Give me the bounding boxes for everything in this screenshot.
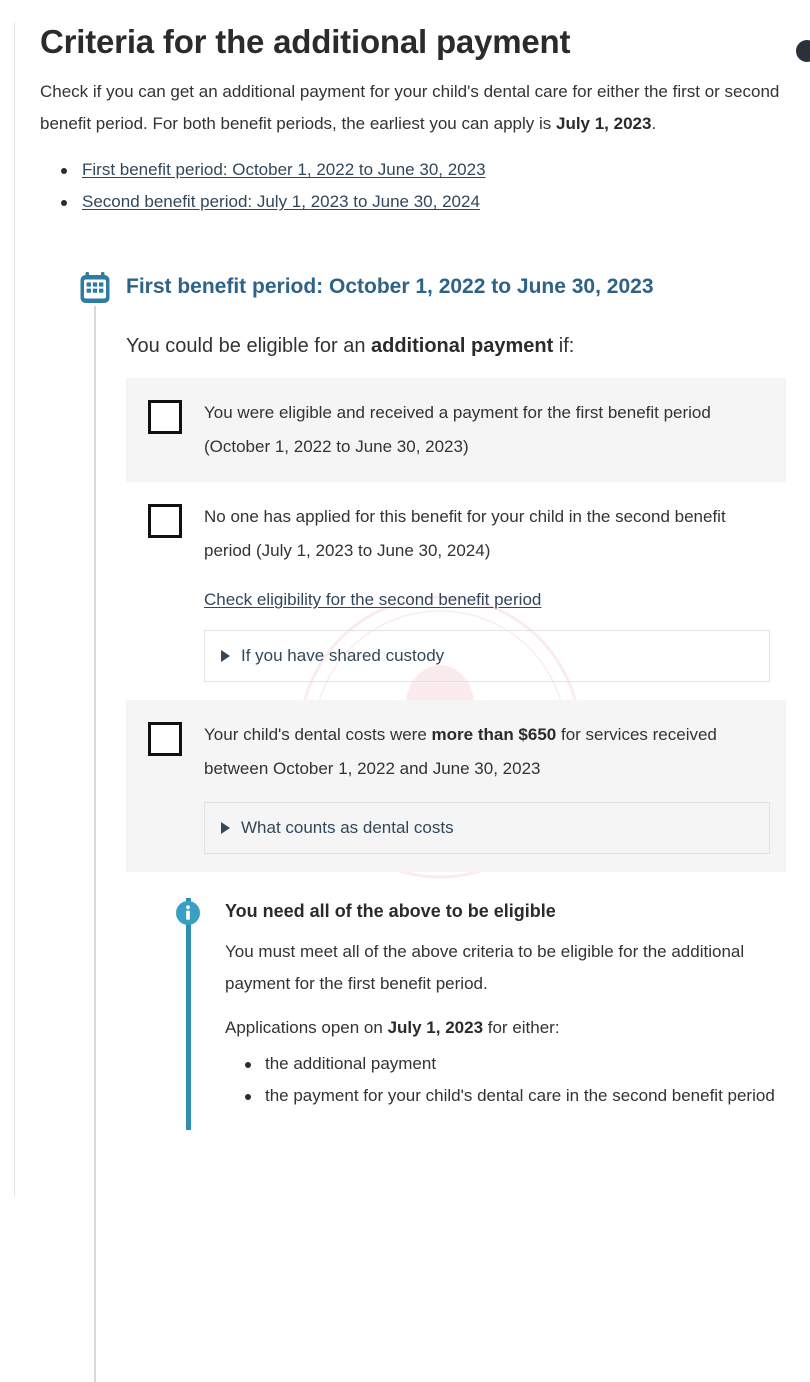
- details-summary: If you have shared custody: [221, 644, 753, 668]
- criteria-content: Your child's dental costs were more than…: [204, 718, 770, 854]
- list-item: the payment for your child's dental care…: [245, 1080, 786, 1112]
- callout-p2-part2: for either:: [483, 1018, 560, 1037]
- period-body: You could be eligible for an additional …: [88, 332, 786, 1130]
- criteria-checkbox-1[interactable]: [148, 400, 182, 434]
- chevron-right-icon: [221, 650, 230, 662]
- criteria-checkbox-2[interactable]: [148, 504, 182, 538]
- criteria-text-part1: You were eligible and received a payment…: [204, 403, 711, 456]
- details-summary-label: What counts as dental costs: [241, 818, 454, 837]
- criteria-text-part1: No one has applied for this benefit for …: [204, 507, 726, 560]
- lead-emphasis: additional payment: [371, 335, 554, 357]
- eligibility-lead: You could be eligible for an additional …: [126, 332, 786, 360]
- details-what-counts-as-dental-costs[interactable]: What counts as dental costs: [204, 802, 770, 854]
- section-vertical-rule: [94, 306, 96, 1382]
- criteria-content: No one has applied for this benefit for …: [204, 500, 770, 682]
- callout-title: You need all of the above to be eligible: [225, 901, 556, 921]
- criteria-emphasis-amount: more than $650: [431, 725, 557, 744]
- criteria-row: Your child's dental costs were more than…: [126, 700, 786, 872]
- criteria-checkbox-3[interactable]: [148, 722, 182, 756]
- callout-p2-part1: Applications open on: [225, 1018, 388, 1037]
- criteria-text-part1: Your child's dental costs were: [204, 725, 432, 744]
- lead-part1: You could be eligible for an: [126, 335, 371, 357]
- page-title: Criteria for the additional payment: [40, 23, 571, 60]
- list-item: First benefit period: October 1, 2022 to…: [61, 154, 786, 186]
- callout-p2-emphasis: July 1, 2023: [387, 1018, 484, 1037]
- list-item: Second benefit period: July 1, 2023 to J…: [61, 186, 786, 218]
- details-summary-label: If you have shared custody: [241, 646, 445, 665]
- link-check-eligibility-second-period[interactable]: Check eligibility for the second benefit…: [204, 586, 541, 614]
- info-icon: [176, 901, 200, 925]
- link-second-benefit-period[interactable]: Second benefit period: July 1, 2023 to J…: [82, 192, 480, 211]
- intro-text-part2: .: [651, 114, 657, 133]
- details-summary: What counts as dental costs: [221, 816, 753, 840]
- intro-emphasis-date: July 1, 2023: [555, 114, 652, 133]
- list-item: the additional payment: [245, 1048, 786, 1080]
- criteria-list: You were eligible and received a payment…: [126, 378, 786, 872]
- details-shared-custody[interactable]: If you have shared custody: [204, 630, 770, 682]
- period-heading: First benefit period: October 1, 2022 to…: [126, 275, 654, 298]
- info-callout: You need all of the above to be eligible…: [176, 898, 786, 1130]
- callout-list: the additional payment the payment for y…: [225, 1048, 786, 1112]
- intro-text-part1: Check if you can get an additional payme…: [40, 82, 780, 133]
- first-benefit-period-section: First benefit period: October 1, 2022 to…: [40, 270, 786, 1382]
- intro-link-list: First benefit period: October 1, 2022 to…: [40, 154, 786, 218]
- callout-paragraph-2: Applications open on July 1, 2023 for ei…: [225, 1012, 786, 1044]
- link-first-benefit-period[interactable]: First benefit period: October 1, 2022 to…: [82, 160, 486, 179]
- criteria-row: You were eligible and received a payment…: [126, 378, 786, 482]
- lead-part2: if:: [553, 335, 575, 357]
- criteria-text: Your child's dental costs were more than…: [204, 718, 770, 786]
- chevron-right-icon: [221, 822, 230, 834]
- criteria-row: No one has applied for this benefit for …: [126, 482, 786, 700]
- criteria-content: You were eligible and received a payment…: [204, 396, 770, 464]
- calendar-icon: [80, 272, 110, 303]
- criteria-text: You were eligible and received a payment…: [204, 396, 770, 464]
- intro-paragraph: Check if you can get an additional payme…: [40, 76, 780, 140]
- callout-paragraph-1: You must meet all of the above criteria …: [225, 942, 745, 993]
- criteria-text: No one has applied for this benefit for …: [204, 500, 770, 568]
- page-content: Criteria for the additional payment Chec…: [0, 22, 810, 1382]
